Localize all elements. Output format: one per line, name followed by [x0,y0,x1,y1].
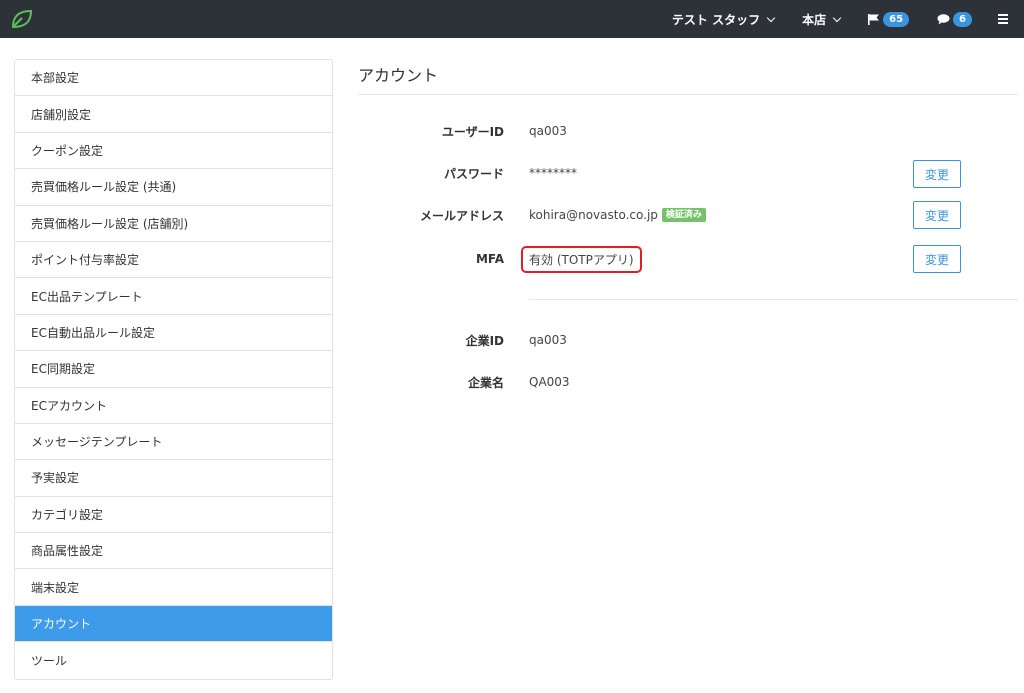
change-mfa-button[interactable]: 変更 [913,245,961,273]
message-notifications-button[interactable]: 6 [923,0,986,38]
email-value-group: kohira@novasto.co.jp 検証済み [529,208,706,222]
sidebar-item-coupon-settings[interactable]: クーポン設定 [15,133,332,170]
sidebar-item-ec-listing-template[interactable]: EC出品テンプレート [15,278,332,315]
sidebar-item-product-attributes[interactable]: 商品属性設定 [15,533,332,570]
sidebar-item-device-settings[interactable]: 端末設定 [15,569,332,606]
staff-dropdown[interactable]: テスト スタッフ [658,0,788,38]
account-panel: アカウント ユーザーID qa003 パスワード ******** 変更 メール… [358,59,1018,390]
sidebar-item-budget-settings[interactable]: 予実設定 [15,460,332,497]
email-label: メールアドレス [419,208,504,223]
change-password-button[interactable]: 変更 [913,160,961,188]
company-id-row: 企業ID qa003 [358,325,1018,355]
message-count-badge: 6 [953,11,972,27]
change-email-button[interactable]: 変更 [913,201,961,229]
user-id-row: ユーザーID qa003 [358,116,1018,146]
flag-count-badge: 65 [883,11,910,27]
store-dropdown[interactable]: 本店 [788,0,854,38]
password-label: パスワード [443,166,504,181]
sidebar-item-ec-account[interactable]: ECアカウント [15,388,332,424]
company-id-label: 企業ID [465,333,504,348]
staff-name: テスト スタッフ [671,12,761,27]
sidebar-item-price-rules-common[interactable]: 売買価格ルール設定 (共通) [15,169,332,206]
company-name-row: 企業名 QA003 [358,367,1018,397]
sidebar-item-hq-settings[interactable]: 本部設定 [15,60,332,97]
chevron-down-icon [766,13,776,22]
user-id-label: ユーザーID [441,124,504,139]
mfa-status-value: 有効 (TOTPアプリ) [521,245,642,273]
password-value: ******** [529,166,577,180]
sidebar-item-tools[interactable]: ツール [15,642,332,678]
page-title: アカウント [358,59,1018,95]
chevron-down-icon [832,13,842,22]
sidebar-item-message-template[interactable]: メッセージテンプレート [15,424,332,461]
verified-badge: 検証済み [661,208,706,222]
hamburger-menu-icon[interactable] [998,0,1008,38]
leaf-logo-icon[interactable] [10,8,34,30]
mfa-label: MFA [475,252,504,266]
chat-bubble-icon [937,13,950,24]
sidebar-item-store-settings[interactable]: 店舗別設定 [15,96,332,133]
store-name: 本店 [802,12,827,27]
password-row: パスワード ******** 変更 [358,158,1018,188]
email-row: メールアドレス kohira@novasto.co.jp 検証済み 変更 [358,200,1018,230]
mfa-row: MFA 有効 (TOTPアプリ) 変更 [358,244,1018,274]
email-value: kohira@novasto.co.jp [529,208,658,222]
company-name-label: 企業名 [467,375,504,390]
flag-notifications-button[interactable]: 65 [854,0,923,38]
sidebar-item-account[interactable]: アカウント [15,605,332,643]
top-navbar: テスト スタッフ 本店 65 6 [0,0,1024,38]
user-id-value: qa003 [529,124,567,138]
company-name-value: QA003 [529,375,570,389]
settings-sidebar: 本部設定 店舗別設定 クーポン設定 売買価格ルール設定 (共通) 売買価格ルール… [14,59,333,680]
section-divider [529,299,1018,300]
sidebar-item-category-settings[interactable]: カテゴリ設定 [15,497,332,534]
sidebar-item-price-rules-store[interactable]: 売買価格ルール設定 (店舗別) [15,206,332,242]
flag-icon [868,13,880,25]
sidebar-item-ec-auto-listing[interactable]: EC自動出品ルール設定 [15,315,332,352]
sidebar-item-point-rate[interactable]: ポイント付与率設定 [15,242,332,279]
company-id-value: qa003 [529,333,567,347]
sidebar-item-ec-sync[interactable]: EC同期設定 [15,351,332,388]
